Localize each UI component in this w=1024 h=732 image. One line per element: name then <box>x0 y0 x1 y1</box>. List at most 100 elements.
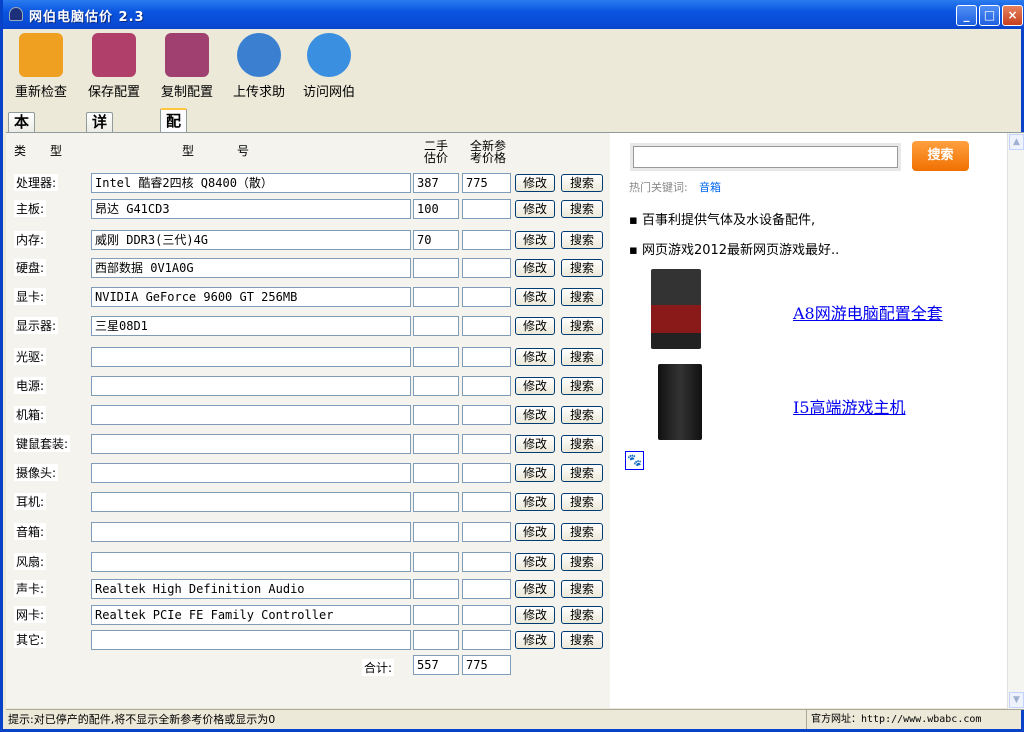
search-button[interactable]: 搜索 <box>561 580 603 598</box>
new-price-field[interactable] <box>462 434 511 454</box>
used-price-field[interactable]: 387 <box>413 173 459 193</box>
total-used-field[interactable]: 557 <box>413 655 459 675</box>
tab-price-estimate[interactable]: 配置估价 <box>160 108 188 196</box>
used-price-field[interactable] <box>413 463 459 483</box>
search-button[interactable]: 搜索 <box>561 317 603 335</box>
search-button[interactable]: 搜索 <box>561 435 603 453</box>
scroll-up-arrow[interactable]: ▲ <box>1009 134 1024 150</box>
search-button[interactable]: 搜索 <box>561 493 603 511</box>
edit-button[interactable]: 修改 <box>515 553 555 571</box>
new-price-field[interactable] <box>462 605 511 625</box>
new-price-field[interactable] <box>462 463 511 483</box>
toolbar-button-copy-documents[interactable]: 复制配置 <box>154 33 220 100</box>
model-field[interactable]: Realtek PCIe FE Family Controller <box>91 605 411 625</box>
model-field[interactable] <box>91 463 411 483</box>
used-price-field[interactable] <box>413 405 459 425</box>
model-field[interactable]: Realtek High Definition Audio <box>91 579 411 599</box>
total-new-field[interactable]: 775 <box>462 655 511 675</box>
edit-button[interactable]: 修改 <box>515 606 555 624</box>
ad-search-input[interactable] <box>630 143 901 171</box>
edit-button[interactable]: 修改 <box>515 288 555 306</box>
news-item[interactable]: ▪ 百事利提供气体及水设备配件, <box>629 209 815 228</box>
scroll-down-arrow[interactable]: ▼ <box>1009 692 1024 708</box>
toolbar-button-user-add[interactable]: 上传求助 <box>226 33 292 100</box>
search-button[interactable]: 搜索 <box>561 200 603 218</box>
product-link[interactable]: I5高端游戏主机 <box>793 394 906 418</box>
used-price-field[interactable] <box>413 492 459 512</box>
edit-button[interactable]: 修改 <box>515 259 555 277</box>
new-price-field[interactable] <box>462 522 511 542</box>
new-price-field[interactable] <box>462 199 511 219</box>
model-field[interactable] <box>91 492 411 512</box>
scrollbar[interactable]: ▲ ▼ <box>1007 133 1024 709</box>
search-button[interactable]: 搜索 <box>561 259 603 277</box>
ad-search-button[interactable]: 搜索 <box>912 141 969 171</box>
used-price-field[interactable] <box>413 552 459 572</box>
model-field[interactable]: Intel 酷睿2四核 Q8400（散） <box>91 173 411 193</box>
new-price-field[interactable] <box>462 630 511 650</box>
search-button[interactable]: 搜索 <box>561 553 603 571</box>
search-button[interactable]: 搜索 <box>561 348 603 366</box>
maximize-button[interactable]: □ <box>979 5 1000 26</box>
used-price-field[interactable] <box>413 579 459 599</box>
new-price-field[interactable] <box>462 376 511 396</box>
used-price-field[interactable] <box>413 605 459 625</box>
used-price-field[interactable] <box>413 287 459 307</box>
edit-button[interactable]: 修改 <box>515 406 555 424</box>
edit-button[interactable]: 修改 <box>515 580 555 598</box>
new-price-field[interactable]: 775 <box>462 173 511 193</box>
edit-button[interactable]: 修改 <box>515 631 555 649</box>
tab-details[interactable]: 详细参数 <box>86 112 114 188</box>
close-button[interactable]: × <box>1002 5 1023 26</box>
search-button[interactable]: 搜索 <box>561 631 603 649</box>
new-price-field[interactable] <box>462 347 511 367</box>
model-field[interactable] <box>91 522 411 542</box>
edit-button[interactable]: 修改 <box>515 464 555 482</box>
model-field[interactable] <box>91 376 411 396</box>
model-field[interactable] <box>91 434 411 454</box>
model-field[interactable] <box>91 552 411 572</box>
search-button[interactable]: 搜索 <box>561 377 603 395</box>
used-price-field[interactable] <box>413 434 459 454</box>
used-price-field[interactable]: 70 <box>413 230 459 250</box>
search-button[interactable]: 搜索 <box>561 606 603 624</box>
edit-button[interactable]: 修改 <box>515 377 555 395</box>
hot-keyword-link[interactable]: 音箱 <box>699 179 721 195</box>
model-field[interactable]: NVIDIA GeForce 9600 GT 256MB <box>91 287 411 307</box>
edit-button[interactable]: 修改 <box>515 348 555 366</box>
model-field[interactable] <box>91 405 411 425</box>
edit-button[interactable]: 修改 <box>515 435 555 453</box>
product-link[interactable]: A8网游电脑配置全套 <box>793 300 943 324</box>
new-price-field[interactable] <box>462 579 511 599</box>
used-price-field[interactable] <box>413 347 459 367</box>
used-price-field[interactable] <box>413 522 459 542</box>
new-price-field[interactable] <box>462 405 511 425</box>
toolbar-button-gear[interactable]: 重新检查 <box>8 33 74 100</box>
toolbar-button-globe-chat[interactable]: 访问网伯 <box>296 33 362 100</box>
edit-button[interactable]: 修改 <box>515 174 555 192</box>
model-field[interactable]: 昂达 G41CD3 <box>91 199 411 219</box>
used-price-field[interactable] <box>413 258 459 278</box>
used-price-field[interactable] <box>413 316 459 336</box>
used-price-field[interactable]: 100 <box>413 199 459 219</box>
model-field[interactable]: 西部数据 0V1A0G <box>91 258 411 278</box>
model-field[interactable] <box>91 347 411 367</box>
official-site-link[interactable]: 官方网址：http://www.wbabc.com <box>806 710 981 729</box>
new-price-field[interactable] <box>462 258 511 278</box>
search-button[interactable]: 搜索 <box>561 231 603 249</box>
new-price-field[interactable] <box>462 552 511 572</box>
toolbar-button-floppy-disk[interactable]: 保存配置 <box>81 33 147 100</box>
search-button[interactable]: 搜索 <box>561 288 603 306</box>
search-button[interactable]: 搜索 <box>561 523 603 541</box>
edit-button[interactable]: 修改 <box>515 493 555 511</box>
product-image-case-red[interactable] <box>651 269 701 349</box>
tab-overview[interactable]: 本机概况 <box>8 112 36 188</box>
edit-button[interactable]: 修改 <box>515 523 555 541</box>
model-field[interactable]: 威刚 DDR3(三代)4G <box>91 230 411 250</box>
used-price-field[interactable] <box>413 630 459 650</box>
new-price-field[interactable] <box>462 316 511 336</box>
model-field[interactable]: 三星08D1 <box>91 316 411 336</box>
product-image-case-black[interactable] <box>658 364 702 440</box>
baidu-paw-icon[interactable]: 🐾 <box>625 451 644 470</box>
search-button[interactable]: 搜索 <box>561 464 603 482</box>
